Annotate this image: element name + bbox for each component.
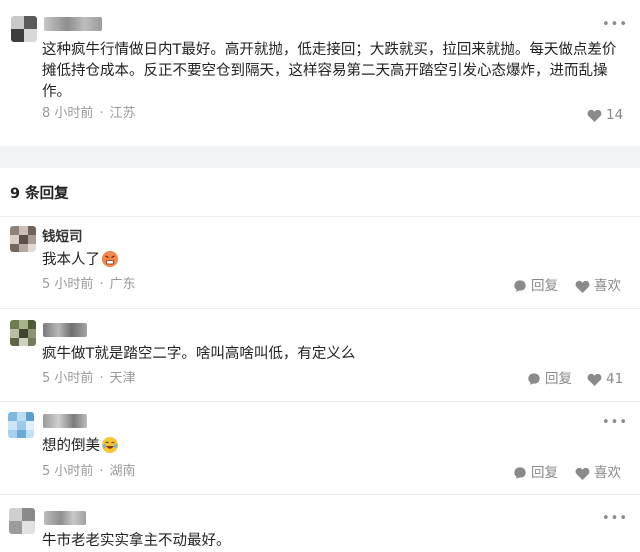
reply-item: ••• 牛市老老实实拿主不动最好。 [0, 495, 640, 552]
heart-icon [587, 373, 602, 386]
reply-button[interactable]: 回复 [527, 370, 572, 388]
like-button[interactable]: 喜欢 [575, 277, 621, 295]
heart-icon [575, 280, 590, 293]
reply-username[interactable]: 钱短司 [42, 229, 83, 245]
reply-item: 钱短司 我本人了 5 小时前 · 广东 回复 喜欢 [0, 217, 640, 309]
reply-text: 想的倒美 [42, 436, 118, 457]
reply-avatar[interactable] [9, 508, 35, 534]
main-username-blurred[interactable] [44, 17, 102, 31]
reply-meta: 5 小时前 · 天津 [42, 371, 136, 386]
main-location: 江苏 [109, 106, 136, 121]
reply-text: 我本人了 [42, 250, 118, 271]
main-avatar[interactable] [11, 16, 37, 42]
reply-text: 疯牛做T就是踏空二字。啥叫高啥叫低，有定义么 [42, 346, 356, 362]
reply-item: 疯牛做T就是踏空二字。啥叫高啥叫低，有定义么 5 小时前 · 天津 回复 41 [0, 309, 640, 402]
reply-item: ••• 想的倒美 5 小时前 · 湖南 回复 喜欢 [0, 402, 640, 495]
reply-meta: 5 小时前 · 湖南 [42, 464, 136, 479]
reply-username-blurred[interactable] [44, 511, 86, 525]
reply-button[interactable]: 回复 [513, 277, 558, 295]
like-button[interactable]: 41 [587, 370, 623, 388]
section-separator [0, 146, 640, 168]
reply-button[interactable]: 回复 [513, 464, 558, 482]
like-button[interactable]: 喜欢 [575, 464, 621, 482]
main-comment-text: 这种疯牛行情做日内T最好。高开就抛，低走接回；大跌就买，拉回来就抛。每天做点差价… [42, 42, 617, 100]
reply-meta: 5 小时前 · 广东 [42, 277, 136, 292]
more-dots-icon[interactable]: ••• [602, 18, 627, 32]
heart-icon [575, 467, 590, 480]
reply-username-blurred[interactable] [43, 414, 87, 428]
reply-username-blurred[interactable] [43, 323, 87, 337]
reply-text: 牛市老老实实拿主不动最好。 [42, 533, 231, 549]
reply-bubble-icon [528, 373, 540, 385]
main-meta: 8 小时前 · 江苏 [42, 106, 136, 121]
main-like-button[interactable]: 14 [587, 106, 623, 124]
more-dots-icon[interactable]: ••• [602, 512, 627, 526]
reply-avatar[interactable] [10, 226, 36, 252]
more-dots-icon[interactable]: ••• [602, 416, 627, 430]
reply-bubble-icon [514, 280, 526, 292]
reply-bubble-icon [514, 467, 526, 479]
reply-avatar[interactable] [10, 320, 36, 346]
laughing-emoji-icon [102, 437, 118, 453]
reply-avatar[interactable] [8, 412, 34, 438]
main-comment: ••• 这种疯牛行情做日内T最好。高开就抛，低走接回；大跌就买，拉回来就抛。每天… [0, 0, 640, 146]
heart-icon [587, 109, 602, 122]
main-like-count: 14 [606, 107, 624, 123]
angry-emoji-icon [102, 251, 118, 267]
main-time: 8 小时前 [42, 106, 94, 121]
reply-like-count: 41 [606, 371, 624, 387]
replies-header: 9 条回复 [10, 186, 69, 202]
